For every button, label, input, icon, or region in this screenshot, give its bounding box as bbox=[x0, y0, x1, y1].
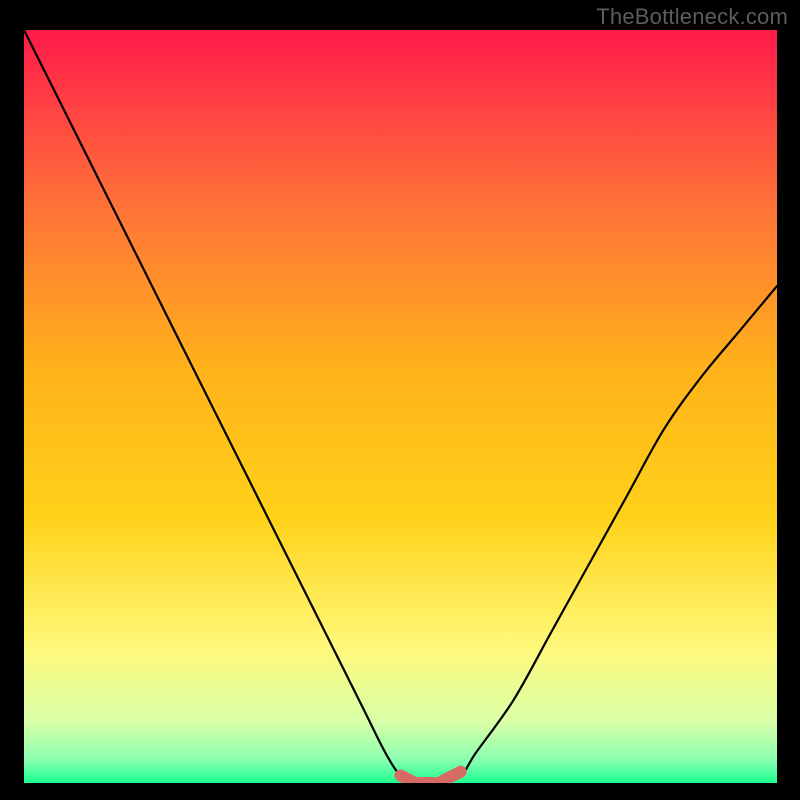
gradient-background bbox=[24, 30, 777, 783]
chart-frame: TheBottleneck.com bbox=[0, 0, 800, 800]
plot-area bbox=[24, 30, 777, 783]
chart-svg bbox=[24, 30, 777, 783]
watermark-label: TheBottleneck.com bbox=[596, 4, 788, 30]
